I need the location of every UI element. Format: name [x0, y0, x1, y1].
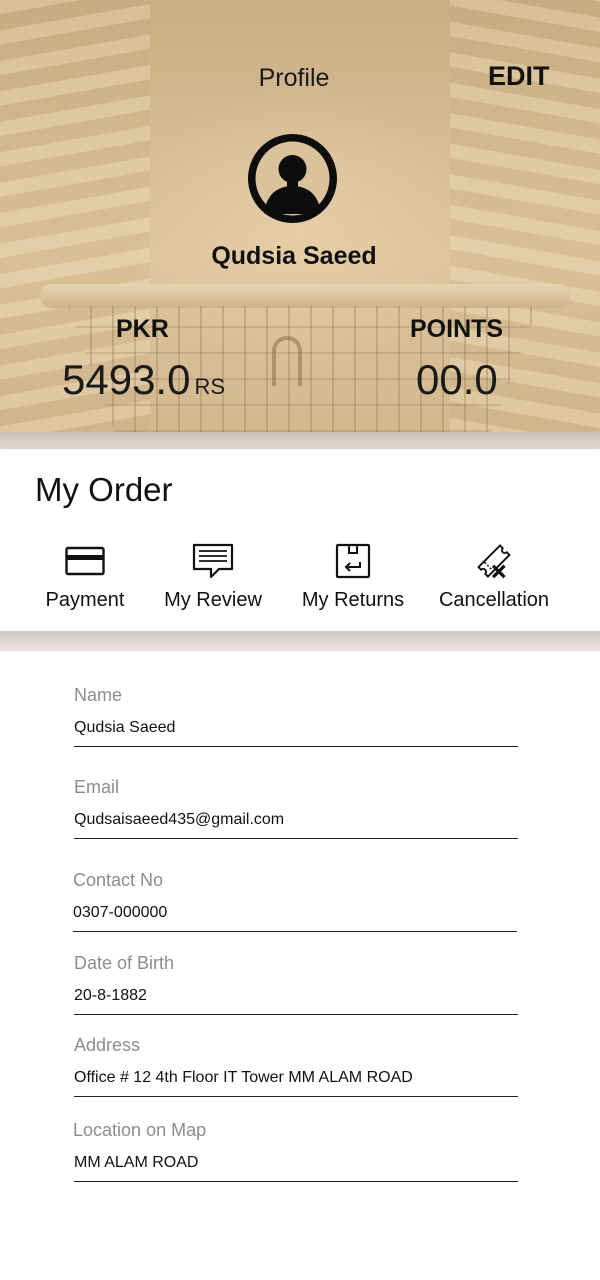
profile-header: Profile EDIT Qudsia Saeed PKR 5493.0 RS P… [0, 0, 600, 432]
email-field: Email [74, 777, 518, 839]
email-input[interactable] [74, 803, 518, 839]
my-order-card: My Order Payment My Review My Returns Ca… [0, 449, 600, 631]
pkr-value: 5493.0 [62, 356, 191, 403]
cancel-ticket-icon [477, 544, 511, 579]
name-label: Name [74, 685, 123, 705]
points-label: POINTS [410, 315, 504, 343]
email-label: Email [74, 777, 120, 797]
return-box-icon [335, 543, 371, 579]
address-label: Address [74, 1035, 141, 1055]
section-divider-bottom [0, 631, 600, 651]
pkr-balance: 5493.0 RS [62, 356, 225, 404]
address-field: Address [74, 1035, 518, 1097]
payment-button[interactable]: Payment [38, 541, 132, 617]
my-returns-button[interactable]: My Returns [296, 541, 410, 617]
my-review-button[interactable]: My Review [158, 541, 268, 617]
name-input[interactable] [74, 711, 518, 747]
avatar[interactable] [248, 134, 337, 223]
dob-label: Date of Birth [74, 953, 175, 973]
payment-label: Payment [45, 589, 125, 611]
user-silhouette-icon [255, 141, 330, 216]
user-name: Qudsia Saeed [211, 242, 377, 270]
edit-button[interactable]: EDIT [488, 58, 558, 94]
points-value: 00.0 [416, 356, 498, 403]
chat-bubble-icon [192, 543, 234, 579]
contact-label: Contact No [73, 870, 164, 890]
dob-field: Date of Birth [74, 953, 518, 1015]
pkr-label: PKR [116, 315, 169, 343]
location-field: Location on Map [73, 1120, 518, 1182]
address-input[interactable] [74, 1061, 518, 1097]
my-order-title: My Order [35, 471, 173, 508]
my-returns-label: My Returns [301, 589, 405, 611]
contact-input[interactable] [73, 896, 517, 932]
credit-card-icon [65, 546, 105, 576]
background-cart-handle [40, 284, 570, 308]
location-input[interactable] [74, 1146, 518, 1182]
contact-field: Contact No [73, 870, 517, 932]
section-divider-top [0, 432, 600, 450]
location-label: Location on Map [73, 1120, 207, 1140]
cancellation-label: Cancellation [438, 589, 550, 611]
background-cart-hook [272, 336, 302, 386]
name-field: Name [74, 685, 518, 747]
dob-input[interactable] [74, 979, 518, 1015]
cancellation-button[interactable]: Cancellation [434, 541, 554, 617]
pkr-unit: RS [194, 374, 226, 399]
my-review-label: My Review [164, 589, 262, 611]
